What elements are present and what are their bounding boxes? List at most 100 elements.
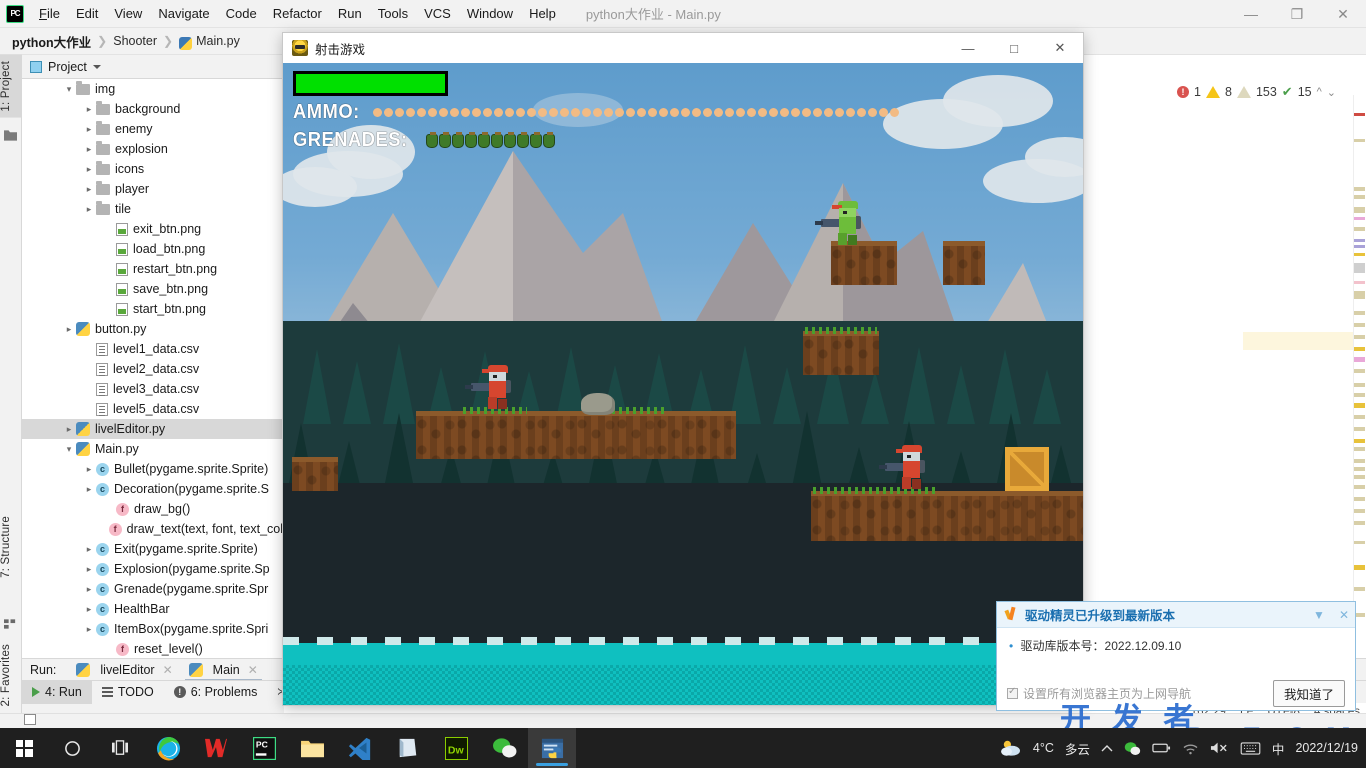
volume-muted-icon[interactable] [1210, 741, 1229, 755]
sidebar-item-favorites[interactable]: 2: Favorites [0, 638, 22, 712]
expand-arrow-icon[interactable] [62, 424, 76, 435]
collapse-icon[interactable]: ▼ [1313, 608, 1325, 622]
tree-item[interactable]: tile [22, 199, 283, 219]
expand-arrow-icon[interactable] [82, 204, 96, 215]
menu-help[interactable]: Help [521, 3, 564, 24]
expand-arrow-icon[interactable] [82, 124, 96, 135]
menu-file[interactable]: File [31, 3, 68, 24]
expand-arrow-icon[interactable] [82, 164, 96, 175]
tree-item[interactable]: c Bullet(pygame.sprite.Sprite) [22, 459, 283, 479]
ide-close-icon[interactable]: ✕ [1320, 0, 1366, 28]
game-window[interactable]: 射击游戏 — □ ✕ AMMO: GRENADES: [283, 33, 1083, 705]
tree-item[interactable]: level2_data.csv [22, 359, 283, 379]
menu-window[interactable]: Window [459, 3, 521, 24]
set-homepage-checkbox[interactable] [1007, 686, 1018, 699]
chevron-up-icon[interactable] [1101, 744, 1113, 753]
status-button-run[interactable]: 4: Run [22, 680, 92, 704]
breadcrumb-project[interactable]: python大作业 [12, 32, 91, 51]
chevron-down-icon[interactable]: ⌄ [1327, 86, 1336, 99]
ime-indicator[interactable]: 中 [1272, 739, 1285, 758]
weather-description[interactable]: 多云 [1065, 739, 1090, 758]
close-icon[interactable]: ✕ [248, 663, 258, 677]
game-canvas[interactable]: AMMO: GRENADES: [283, 63, 1083, 705]
game-maximize-icon[interactable]: □ [991, 33, 1037, 63]
taskbar-notepad[interactable] [384, 728, 432, 768]
run-tab-main[interactable]: Main ✕ [181, 659, 266, 681]
tree-item[interactable]: button.py [22, 319, 283, 339]
game-close-icon[interactable]: ✕ [1037, 33, 1083, 63]
tree-item[interactable]: level1_data.csv [22, 339, 283, 359]
tree-item[interactable]: save_btn.png [22, 279, 283, 299]
ide-minimize-icon[interactable]: — [1228, 0, 1274, 28]
sidebar-item-structure[interactable]: 7: Structure [0, 510, 22, 584]
sidebar-item-project[interactable]: 1: Project [0, 55, 22, 118]
cortana-search-button[interactable] [48, 728, 96, 768]
menu-tools[interactable]: Tools [370, 3, 416, 24]
expand-arrow-icon[interactable] [82, 464, 96, 475]
battery-icon[interactable] [1152, 742, 1171, 754]
tree-item[interactable]: img [22, 79, 283, 99]
expand-arrow-icon[interactable] [82, 484, 96, 495]
menu-edit[interactable]: Edit [68, 3, 106, 24]
menu-run[interactable]: Run [330, 3, 370, 24]
expand-arrow-icon[interactable] [62, 84, 76, 95]
game-minimize-icon[interactable]: — [945, 33, 991, 63]
breadcrumb-file[interactable]: Main.py [196, 34, 240, 48]
tree-item[interactable]: start_btn.png [22, 299, 283, 319]
expand-arrow-icon[interactable] [62, 324, 76, 335]
tree-item[interactable]: explosion [22, 139, 283, 159]
project-tree[interactable]: img background enemy explosion icons player ti… [22, 79, 283, 658]
tree-item[interactable]: f draw_text(text, font, text_col [22, 519, 283, 539]
tree-item[interactable]: restart_btn.png [22, 259, 283, 279]
weather-icon[interactable] [1000, 739, 1022, 757]
tree-item[interactable]: exit_btn.png [22, 219, 283, 239]
expand-arrow-icon[interactable] [82, 104, 96, 115]
tree-item[interactable]: level5_data.csv [22, 399, 283, 419]
breadcrumb-folder[interactable]: Shooter [113, 34, 157, 48]
close-icon[interactable]: ✕ [1339, 608, 1349, 622]
taskbar-wechat[interactable] [480, 728, 528, 768]
taskbar-vs-code[interactable] [336, 728, 384, 768]
run-tab-livelEditor[interactable]: livelEditor ✕ [68, 659, 180, 681]
tree-item[interactable]: c Grenade(pygame.sprite.Spr [22, 579, 283, 599]
menu-vcs[interactable]: VCS [416, 3, 459, 24]
tree-item[interactable]: livelEditor.py [22, 419, 283, 439]
tree-item[interactable]: background [22, 99, 283, 119]
tree-item[interactable]: c Exit(pygame.sprite.Sprite) [22, 539, 283, 559]
status-button-todo[interactable]: TODO [92, 681, 164, 704]
ide-restore-icon[interactable]: ❐ [1274, 0, 1320, 28]
chevron-down-icon[interactable] [92, 64, 101, 69]
expand-arrow-icon[interactable] [82, 144, 96, 155]
tree-item[interactable]: c ItemBox(pygame.sprite.Spri [22, 619, 283, 639]
tree-item[interactable]: f reset_level() [22, 639, 283, 658]
expand-arrow-icon[interactable] [82, 624, 96, 635]
keyboard-icon[interactable] [1240, 741, 1261, 755]
expand-arrow-icon[interactable] [82, 564, 96, 575]
taskbar-wps-office[interactable] [192, 728, 240, 768]
expand-arrow-icon[interactable] [82, 604, 96, 615]
expand-arrow-icon[interactable] [82, 184, 96, 195]
expand-arrow-icon[interactable] [82, 544, 96, 555]
tree-item[interactable]: f draw_bg() [22, 499, 283, 519]
inspection-widget[interactable]: ! 1 8 153 ✔ 15 ^ ⌄ [1177, 84, 1336, 100]
wifi-icon[interactable] [1182, 742, 1199, 755]
start-button[interactable] [0, 728, 48, 768]
chevron-up-icon[interactable]: ^ [1317, 86, 1322, 98]
expand-arrow-icon[interactable] [62, 444, 76, 455]
taskbar-file-explorer[interactable] [288, 728, 336, 768]
task-view-button[interactable] [96, 728, 144, 768]
taskbar-edge-browser[interactable] [144, 728, 192, 768]
menu-refactor[interactable]: Refactor [265, 3, 330, 24]
tree-item[interactable]: player [22, 179, 283, 199]
tree-item[interactable]: load_btn.png [22, 239, 283, 259]
tree-item[interactable]: c Decoration(pygame.sprite.S [22, 479, 283, 499]
tree-item[interactable]: Main.py [22, 439, 283, 459]
tree-item[interactable]: c Explosion(pygame.sprite.Sp [22, 559, 283, 579]
expand-arrow-icon[interactable] [82, 584, 96, 595]
item-box[interactable] [1005, 447, 1049, 491]
tree-item[interactable]: enemy [22, 119, 283, 139]
tree-item[interactable]: c HealthBar [22, 599, 283, 619]
menu-code[interactable]: Code [218, 3, 265, 24]
driver-notification-popup[interactable]: 驱动精灵已升级到最新版本 ▼ ✕ • 驱动库版本号：2022.12.09.10 … [996, 601, 1356, 711]
taskbar-pycharm[interactable]: PC [240, 728, 288, 768]
